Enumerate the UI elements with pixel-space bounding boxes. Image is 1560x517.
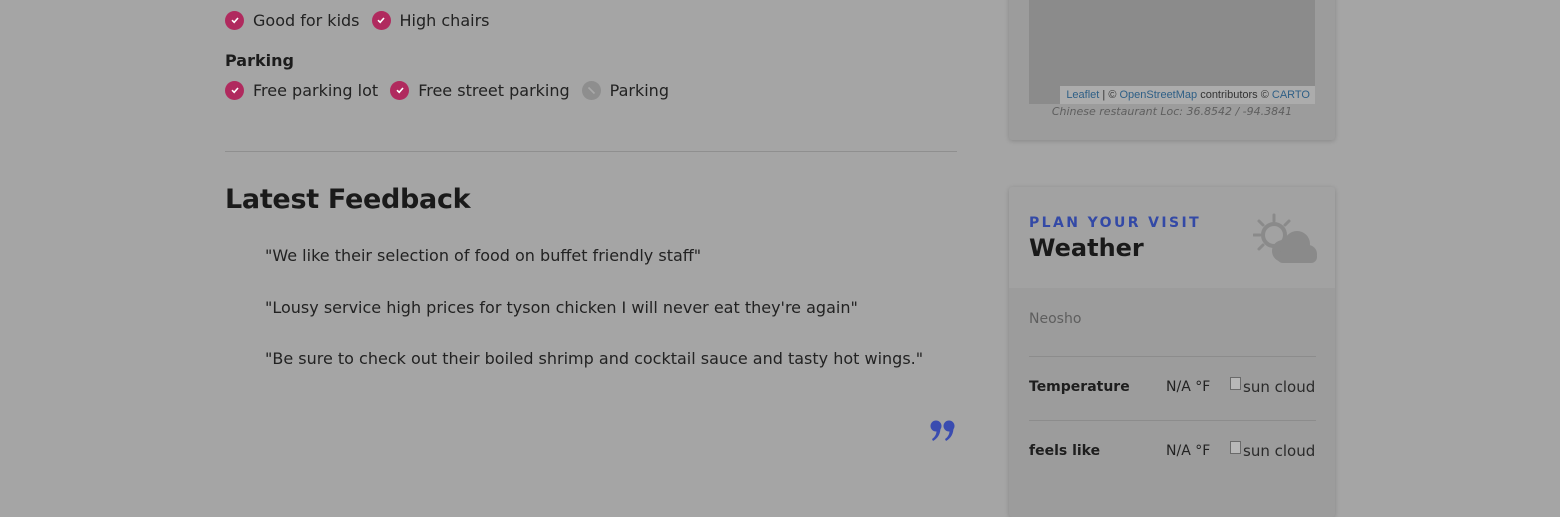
weather-card: PLAN YOUR VISIT Weather Neosho Temperatu… (1009, 187, 1335, 517)
amenities-children-row: Good for kids High chairs (225, 10, 501, 30)
openstreetmap-link[interactable]: OpenStreetMap (1119, 89, 1197, 101)
check-icon (225, 80, 244, 100)
feels-like-value: N/A °F (1166, 443, 1211, 459)
feedback-quote: "We like their selection of food on buff… (265, 246, 702, 265)
feedback-quote: "Lousy service high prices for tyson chi… (265, 298, 858, 317)
feedback-quote: "Be sure to check out their boiled shrim… (265, 349, 924, 368)
weather-divider (1029, 420, 1316, 421)
feels-like-label: feels like (1029, 443, 1101, 459)
broken-image-icon (1230, 376, 1241, 390)
broken-image-icon (1230, 440, 1241, 454)
attribution-contributors: contributors © (1197, 89, 1272, 101)
check-icon (390, 80, 410, 100)
amenity-free-parking-lot: Free parking lot (225, 80, 379, 100)
unavailable-icon (581, 80, 601, 100)
amenity-good-for-kids: Good for kids (225, 10, 360, 30)
amenity-label: Good for kids (253, 10, 360, 30)
weather-title: Weather (1029, 234, 1144, 262)
weather-image-alt: sun cloud (1243, 378, 1316, 396)
amenity-label: High chairs (399, 10, 490, 30)
temperature-value: N/A °F (1166, 379, 1211, 395)
amenity-label: Parking (609, 80, 669, 100)
leaflet-link[interactable]: Leaflet (1066, 89, 1099, 101)
weather-condition-image: sun cloud (1230, 376, 1316, 396)
sun-cloud-icon (1252, 213, 1317, 269)
weather-header: PLAN YOUR VISIT Weather (1009, 187, 1335, 288)
feedback-title: Latest Feedback (225, 184, 471, 215)
weather-city: Neosho (1029, 311, 1082, 327)
weather-eyebrow: PLAN YOUR VISIT (1029, 215, 1202, 231)
weather-condition-image: sun cloud (1230, 440, 1316, 460)
weather-divider (1029, 356, 1316, 357)
amenity-parking: Parking (581, 80, 669, 100)
map-attribution: Leaflet | © OpenStreetMap contributors ©… (1060, 86, 1315, 104)
amenity-label: Free parking lot (253, 80, 379, 100)
map-caption: Chinese restaurant Loc: 36.8542 / -94.38… (1051, 105, 1293, 118)
temperature-label: Temperature (1029, 379, 1130, 395)
weather-image-alt: sun cloud (1243, 442, 1316, 460)
parking-group-title: Parking (225, 51, 294, 70)
section-divider (225, 151, 957, 152)
check-icon (371, 10, 391, 30)
amenities-parking-row: Free parking lot Free street parking Par… (225, 80, 681, 100)
carto-link[interactable]: CARTO (1272, 89, 1310, 101)
map-view[interactable]: Leaflet | © OpenStreetMap contributors ©… (1029, 0, 1315, 104)
quote-icon (930, 420, 956, 446)
amenity-label: Free street parking (418, 80, 570, 100)
amenity-high-chairs: High chairs (371, 10, 490, 30)
attribution-separator: | © (1099, 89, 1120, 101)
map-card: Leaflet | © OpenStreetMap contributors ©… (1009, 0, 1335, 140)
amenity-free-street-parking: Free street parking (390, 80, 570, 100)
check-icon (225, 10, 244, 30)
